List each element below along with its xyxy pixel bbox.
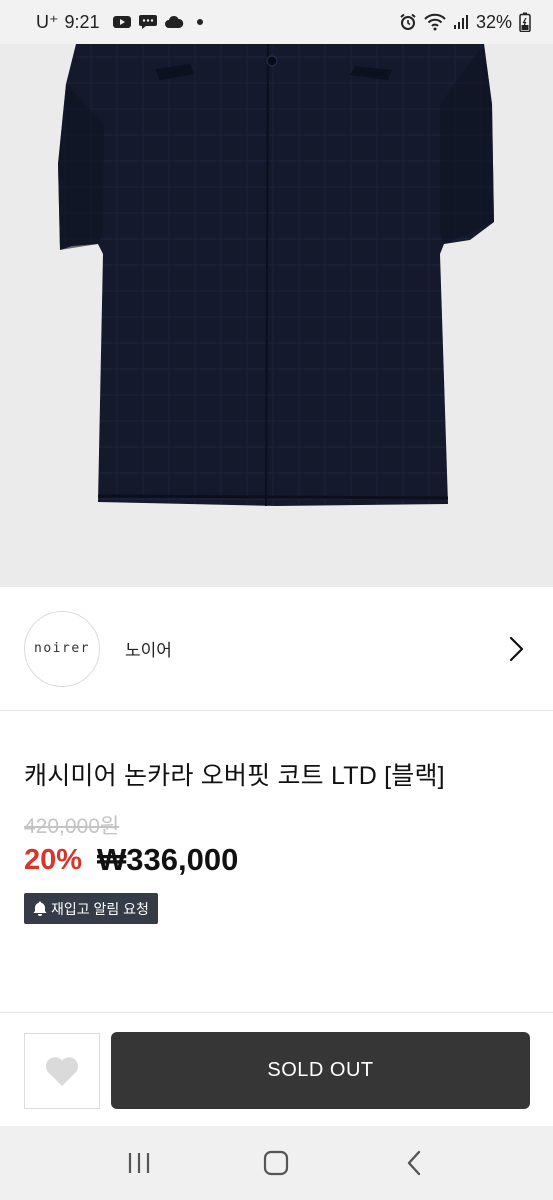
restock-alert-button[interactable]: 재입고 알림 요청 (24, 893, 158, 924)
carrier-label: U⁺ (36, 11, 59, 32)
dot-icon (196, 18, 204, 26)
bell-icon (32, 900, 48, 917)
action-bar: SOLD OUT (0, 1012, 553, 1126)
battery-percent: 32% (475, 11, 512, 32)
brand-logo: noirer (24, 610, 100, 687)
product-image[interactable] (0, 44, 553, 587)
chevron-right-icon[interactable] (501, 629, 531, 669)
home-button[interactable] (246, 1138, 306, 1188)
youtube-icon (112, 14, 132, 30)
home-icon (263, 1150, 289, 1176)
heart-icon (44, 1055, 80, 1087)
signal-icon (453, 14, 469, 30)
coat-image (58, 44, 494, 507)
sale-price: ₩336,000 (97, 842, 239, 877)
wishlist-button[interactable] (24, 1033, 100, 1109)
soldout-button[interactable]: SOLD OUT (111, 1032, 530, 1109)
status-time: 9:21 (64, 11, 100, 32)
brand-name: 노이어 (125, 641, 172, 660)
battery-icon (519, 12, 531, 32)
alarm-icon (399, 13, 417, 31)
discount-rate: 20% (24, 843, 83, 876)
cloud-icon (164, 15, 184, 29)
restock-label: 재입고 알림 요청 (51, 900, 149, 917)
original-price: 420,000원 (24, 815, 120, 838)
recent-apps-button[interactable] (109, 1138, 169, 1188)
brand-row[interactable]: noirer 노이어 (0, 587, 553, 711)
recent-apps-icon (126, 1151, 152, 1175)
product-title: 캐시미어 논카라 오버핏 코트 LTD [블랙] (24, 762, 445, 790)
status-bar: U⁺ 9:21 32% (0, 0, 553, 44)
back-icon (405, 1149, 423, 1177)
product-info: 캐시미어 논카라 오버핏 코트 LTD [블랙] 420,000원 20% ₩3… (0, 712, 553, 1012)
price-row: 20% ₩336,000 (24, 842, 238, 878)
wifi-icon (424, 13, 446, 31)
back-button[interactable] (384, 1138, 444, 1188)
chat-icon (138, 13, 158, 31)
navigation-bar (0, 1126, 553, 1200)
